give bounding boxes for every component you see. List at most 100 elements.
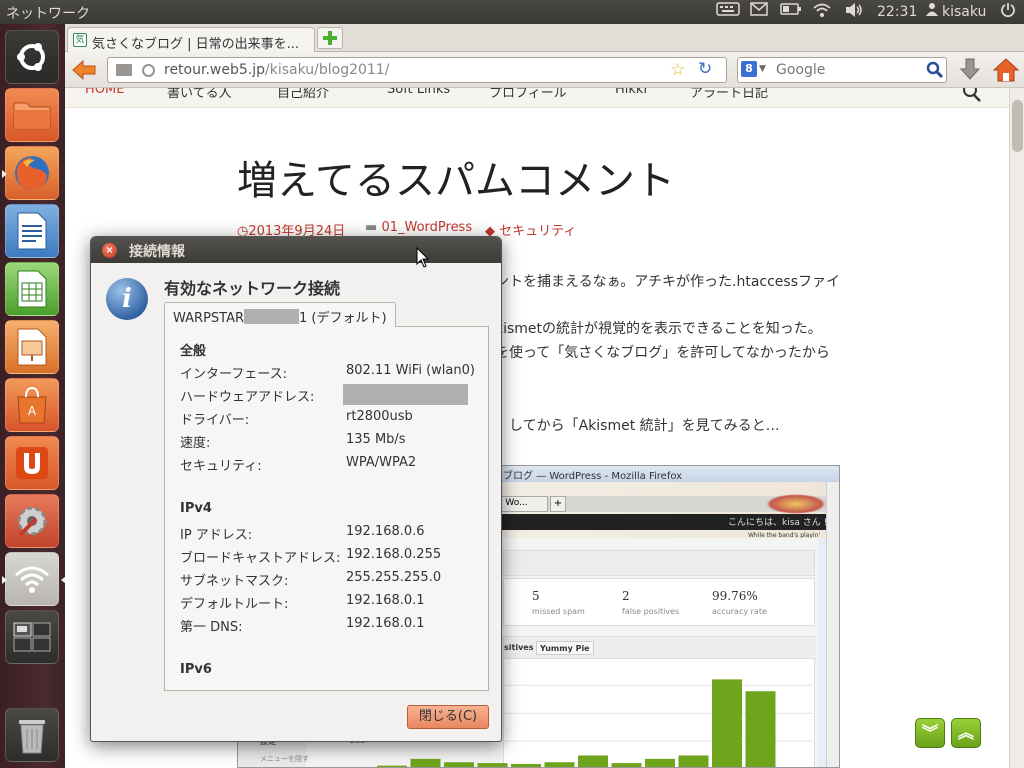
scroll-down-button[interactable]: ︾ — [915, 718, 945, 748]
ipv4-section-header: IPv4 — [180, 501, 212, 516]
nav-alert-link[interactable]: アラート日記 — [690, 88, 768, 101]
top-panel: ネットワーク 22:31 kisaku — [0, 0, 1024, 24]
dialog-heading: 有効なネットワーク接続 — [164, 279, 341, 298]
svg-text:A: A — [28, 404, 37, 418]
impress-launcher-item[interactable] — [5, 320, 59, 374]
volume-icon[interactable] — [844, 2, 864, 22]
post-category-text: 01_WordPress — [381, 220, 473, 235]
writer-launcher-item[interactable] — [5, 204, 59, 258]
tab-bar: 気 気さくなブログ | 日常の出来事を... — [65, 24, 1024, 53]
close-icon[interactable]: × — [102, 243, 117, 258]
shot-greeting: こんにちは、kisa さん ! — [728, 518, 828, 528]
mail-icon[interactable] — [750, 2, 768, 22]
nav-author-link[interactable]: 書いてる人 — [167, 88, 232, 101]
close-button[interactable]: 閉じる(C) — [407, 705, 489, 729]
interface-label: インターフェース: — [180, 367, 287, 382]
document-writer-icon — [17, 212, 47, 250]
mouse-pointer-icon — [416, 247, 430, 268]
connection-tab-prefix: WARPSTAR — [173, 311, 245, 326]
bookmark-star-icon[interactable]: ☆ — [670, 60, 685, 80]
plus-icon — [323, 31, 337, 45]
keyboard-icon[interactable] — [716, 2, 740, 22]
power-icon[interactable] — [1000, 2, 1016, 22]
user-name[interactable]: kisaku — [942, 2, 986, 22]
scroll-up-button[interactable]: ︽ — [951, 718, 981, 748]
connection-info-dialog: × 接続情報 i 有効なネットワーク接続 WARPSTAR 1 (デフォルト) 全… — [90, 236, 502, 742]
connection-tab[interactable]: WARPSTAR 1 (デフォルト) — [164, 302, 396, 327]
firefox-icon — [15, 156, 49, 190]
chart-bar — [578, 755, 608, 767]
shot-side-item-2: メニューを隠す — [260, 755, 309, 763]
default-route-label: デフォルトルート: — [180, 597, 289, 612]
system-settings-launcher-item[interactable] — [5, 494, 59, 548]
ip-address-label: IP アドレス: — [180, 528, 253, 543]
clock[interactable]: 22:31 — [877, 2, 917, 22]
launcher: A — [0, 24, 66, 768]
search-bar[interactable]: 8 ▼ Google — [737, 57, 947, 83]
post-tag-text: セキュリティ — [499, 224, 577, 239]
shot-plus-icon: + — [550, 496, 566, 512]
general-section-header: 全般 — [180, 344, 207, 359]
security-label: セキュリティ: — [180, 459, 262, 474]
folder-icon: ▬ — [365, 220, 378, 235]
trash-launcher-item[interactable] — [5, 708, 59, 762]
site-navigation: HOME 書いてる人 自己紹介 Soft Links プロフィール Hikki … — [65, 88, 1009, 108]
new-tab-button[interactable] — [317, 27, 343, 49]
workspace-switcher-launcher-item[interactable] — [5, 610, 59, 664]
calc-launcher-item[interactable] — [5, 262, 59, 316]
back-button[interactable] — [71, 58, 97, 82]
site-search-icon[interactable] — [961, 88, 983, 102]
ubuntu-one-launcher-item[interactable] — [5, 436, 59, 490]
vertical-scrollbar[interactable] — [1009, 88, 1024, 768]
post-category[interactable]: ▬ 01_WordPress — [365, 220, 472, 235]
default-route-value: 192.168.0.1 — [346, 593, 425, 608]
nav-soft-links[interactable]: Soft Links — [387, 88, 450, 97]
stat-missed-label: missed spam — [532, 607, 585, 616]
info-icon: i — [106, 278, 148, 320]
primary-dns-label: 第一 DNS: — [180, 620, 243, 635]
chart-bar — [444, 762, 474, 767]
shot-stats-box: 5 missed spam 2 false positives 99.76% a… — [503, 578, 815, 626]
google-engine-icon[interactable]: 8 — [741, 61, 757, 77]
chart-bar — [645, 758, 675, 767]
nav-home-link[interactable]: HOME — [85, 88, 124, 97]
chart-bar — [712, 679, 742, 767]
software-center-launcher-item[interactable]: A — [5, 378, 59, 432]
globe-icon — [142, 64, 155, 77]
body-line-1: ントを捕まえるなぁ。アチキが作った.htaccessファイ — [495, 274, 841, 290]
navigation-toolbar: retour.web5.jp/kisaku/blog2011/ ☆ ↻ 8 ▼ … — [65, 52, 1024, 88]
dash-button[interactable] — [5, 30, 59, 84]
back-arrow-icon — [72, 59, 96, 81]
battery-icon[interactable] — [780, 2, 802, 22]
nav-intro-link[interactable]: 自己紹介 — [277, 88, 329, 101]
nav-profile-link[interactable]: プロフィール — [489, 88, 567, 101]
user-icon[interactable] — [926, 2, 938, 22]
network-launcher-item[interactable] — [2, 552, 66, 606]
reload-icon[interactable]: ↻ — [698, 59, 712, 79]
stat-accuracy-label: accuracy rate — [712, 607, 767, 616]
url-bar[interactable]: retour.web5.jp/kisaku/blog2011/ ☆ ↻ — [107, 57, 727, 83]
redacted-ssid — [244, 309, 300, 324]
wifi-icon[interactable] — [812, 2, 832, 22]
ip-address-value: 192.168.0.6 — [346, 524, 425, 539]
presentation-icon — [17, 328, 47, 366]
scrollbar-thumb[interactable] — [1012, 100, 1023, 152]
tab-title: 気さくなブログ | 日常の出来事を... — [92, 37, 300, 52]
files-launcher-item[interactable] — [5, 88, 59, 142]
chart-bar — [544, 762, 575, 767]
connection-details-panel: 全般 インターフェース: 802.11 WiFi (wlan0) ハードウェアア… — [164, 326, 489, 691]
ipv6-section-header: IPv6 — [180, 662, 212, 677]
home-button[interactable] — [992, 56, 1020, 84]
tab-blog[interactable]: 気 気さくなブログ | 日常の出来事を... — [67, 27, 315, 53]
identity-icon — [116, 64, 132, 76]
chart-bar — [611, 763, 642, 767]
subnet-mask-value: 255.255.255.0 — [346, 570, 442, 585]
nav-hikki-link[interactable]: Hikki — [615, 88, 647, 97]
dialog-titlebar[interactable]: × 接続情報 — [91, 237, 501, 263]
post-title[interactable]: 増えてるスパムコメント — [237, 148, 675, 206]
engine-dropdown-icon[interactable]: ▼ — [759, 64, 766, 74]
folder-icon — [13, 102, 51, 130]
firefox-launcher-item[interactable] — [2, 146, 59, 200]
downloads-button[interactable] — [958, 57, 982, 83]
search-go-icon[interactable] — [926, 61, 944, 79]
